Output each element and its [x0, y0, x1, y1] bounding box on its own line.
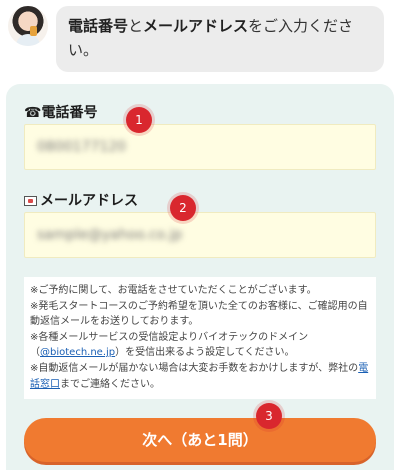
- notice-text: ）を受信出来るよう設定してください。: [115, 347, 295, 359]
- notice-text: までご連絡ください。: [60, 378, 160, 390]
- email-input-value: sample@yahoo.co.jp: [37, 227, 183, 243]
- avatar-shirt: [16, 34, 40, 46]
- phone-input[interactable]: 0800177120: [24, 124, 376, 170]
- avatar-phone-icon: [30, 26, 37, 36]
- phone-label: ☎電話番号: [24, 102, 97, 122]
- domain-link[interactable]: @biotech.ne.jp: [40, 347, 115, 358]
- email-label: メールアドレス: [24, 190, 138, 210]
- next-button[interactable]: 次へ（あと1問）: [24, 418, 376, 462]
- chat-bubble: 電話番号とメールアドレスをご入力ください。: [56, 6, 384, 72]
- bubble-strong-phone: 電話番号: [68, 17, 129, 35]
- assistant-avatar: [8, 6, 48, 46]
- mail-icon: [24, 196, 37, 206]
- bubble-strong-email: メールアドレス: [143, 17, 249, 35]
- phone-input-value: 0800177120: [37, 139, 127, 155]
- step-badge-3: 3: [256, 403, 282, 429]
- email-input[interactable]: sample@yahoo.co.jp: [24, 212, 376, 258]
- notice-line: ※自動返信メールが届かない場合は大変お手数をおかけしますが、弊社の電話窓口までご…: [30, 361, 370, 392]
- phone-icon: ☎: [24, 105, 42, 121]
- notice-line: ※ご予約に関して、お電話をさせていただくことがございます。: [30, 285, 317, 296]
- step-badge-2: 2: [170, 195, 196, 221]
- phone-label-text: 電話番号: [41, 105, 98, 121]
- notice-line: ※発毛スタートコースのご予約希望を頂いた全てのお客様に、ご確認用の自動返信メール…: [30, 300, 368, 328]
- bubble-text: と: [128, 17, 144, 35]
- notice-line: ※各種メールサービスの受信設定よりバイオテックのドメイン（@biotech.ne…: [30, 330, 370, 361]
- step-badge-1: 1: [126, 107, 152, 133]
- notice-text: ※自動返信メールが届かない場合は大変お手数をおかけしますが、弊社の: [30, 362, 359, 374]
- email-label-text: メールアドレス: [40, 193, 138, 209]
- notice-box: ※ご予約に関して、お電話をさせていただくことがございます。 ※発毛スタートコース…: [24, 277, 376, 399]
